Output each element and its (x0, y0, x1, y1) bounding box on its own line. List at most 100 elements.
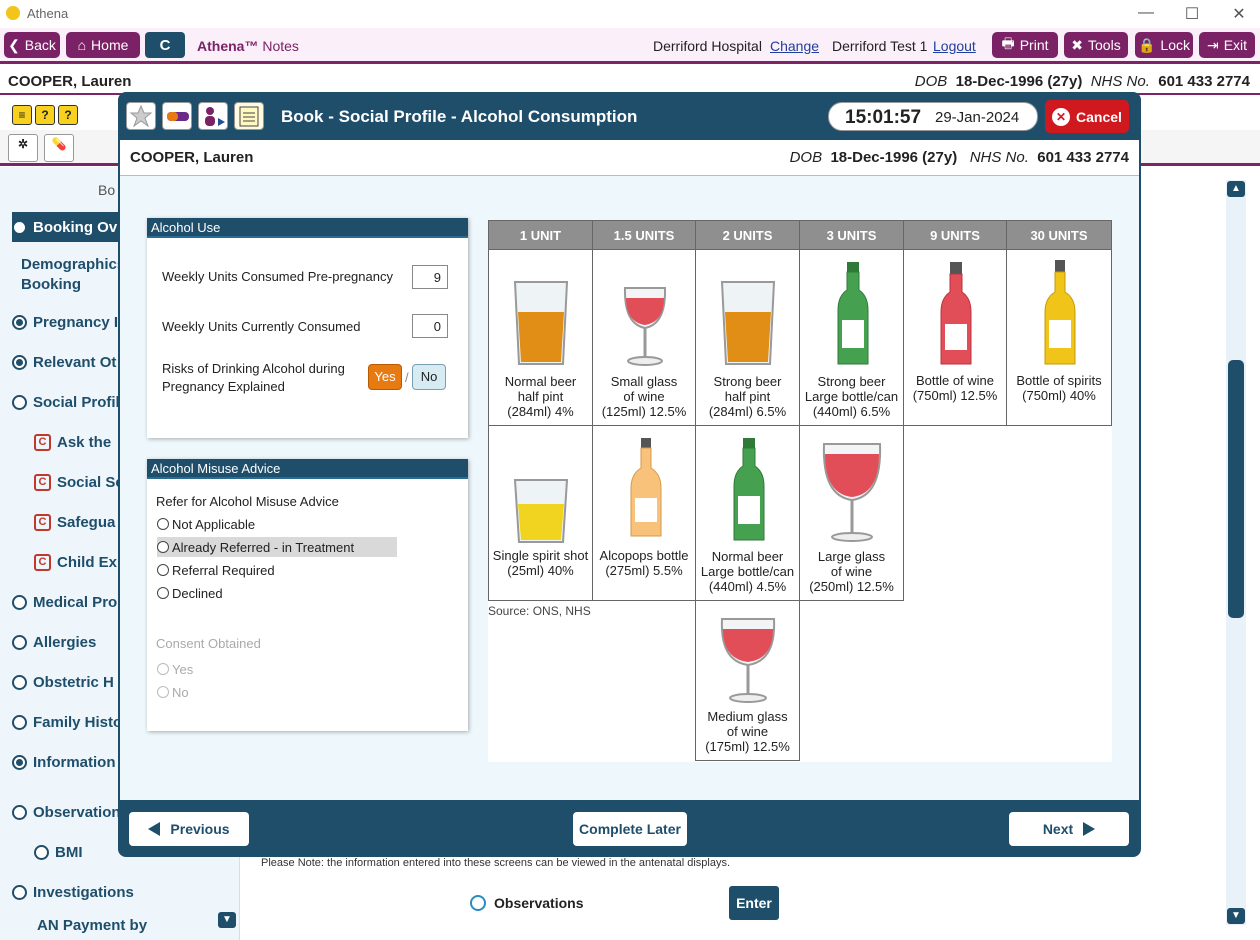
unit-cell-strong-beer-large-bottle: Strong beer Large bottle/can (440ml) 6.5% (799, 249, 904, 426)
close-icon: ✕ (1052, 107, 1071, 126)
cancel-button[interactable]: ✕ Cancel (1045, 100, 1129, 133)
alcopop-bottle-icon (630, 438, 662, 537)
patient-details: DOB 18-Dec-1996 (27y) NHS No. 601 433 27… (914, 73, 1250, 90)
logout-link[interactable]: Logout (933, 38, 976, 54)
window-title: Athena (27, 6, 69, 21)
top-navigation: ❮ Back ⌂ Home C Athena™ Notes Derriford Ho… (0, 28, 1260, 64)
clock-time: 15:01:57 (845, 107, 922, 128)
spirits-bottle-icon (1044, 260, 1076, 365)
scroll-up-icon[interactable]: ▲ (1227, 181, 1245, 197)
unit-cell-bottle-of-wine: Bottle of wine (750ml) 12.5% (903, 249, 1007, 426)
window-titlebar: Athena — ☐ ✕ (0, 0, 1260, 27)
units-header-9: 9 UNITS (903, 220, 1007, 250)
background-note: Please Note: the information entered int… (261, 857, 731, 869)
sidebar-item-an-payment[interactable]: AN Payment by (12, 917, 202, 937)
refer-label: Refer for Alcohol Misuse Advice (156, 494, 339, 509)
patient-banner: COOPER, Lauren DOB 18-Dec-1996 (27y) NHS… (0, 67, 1260, 95)
close-icon[interactable]: ✕ (1229, 4, 1249, 24)
wine-glass-icon (720, 618, 776, 703)
pre-pregnancy-units-input[interactable]: 9 (412, 265, 448, 289)
hospital-name: Derriford Hospital (653, 38, 762, 54)
radio-consent-no[interactable]: No (157, 682, 189, 702)
alcohol-use-title: Alcohol Use (147, 218, 468, 238)
modal-content: COOPER, Lauren DOB 18-Dec-1996 (27y) NHS… (120, 140, 1139, 800)
risks-explained-label: Risks of Drinking Alcohol during Pregnanc… (162, 361, 345, 394)
wine-glass-icon (822, 443, 882, 542)
tools-button[interactable]: ✖ Tools (1064, 32, 1128, 58)
arrow-left-icon (148, 822, 161, 836)
modal-patient-details: DOB 18-Dec-1996 (27y) NHS No. 601 433 27… (789, 149, 1129, 166)
modal-patient-name: COOPER, Lauren (130, 149, 254, 166)
yes-no-separator: / (405, 370, 409, 385)
printer-icon: 🖶 (1001, 35, 1015, 51)
help-icon-2[interactable]: ? (58, 105, 78, 125)
list-icon[interactable]: ≡ (12, 105, 32, 125)
change-link[interactable]: Change (770, 38, 819, 54)
sidebar-header: Bo (98, 182, 116, 198)
unit-cell-single-spirit-shot: Single spirit shot (25ml) 40% (488, 425, 593, 601)
background-enter-button[interactable]: Enter (729, 886, 779, 920)
next-button[interactable]: Next (1009, 812, 1129, 846)
previous-button[interactable]: Previous (129, 812, 249, 846)
notes-icon[interactable] (234, 102, 264, 130)
background-observations[interactable]: Observations (470, 895, 583, 911)
alcohol-misuse-panel: Alcohol Misuse Advice Refer for Alcohol … (147, 459, 468, 731)
main-scrollbar-thumb[interactable] (1228, 360, 1244, 618)
lock-button[interactable]: 🔒 Lock (1135, 32, 1193, 58)
scroll-down-icon[interactable]: ▼ (1227, 908, 1245, 924)
units-header-3: 3 UNITS (799, 220, 904, 250)
radio-consent-yes[interactable]: Yes (157, 659, 193, 679)
minimize-icon[interactable]: — (1136, 4, 1156, 22)
beer-bottle-icon (733, 438, 765, 541)
home-button[interactable]: ⌂ Home (66, 32, 140, 58)
modal-patient-banner: COOPER, Lauren DOB 18-Dec-1996 (27y) NHS… (120, 140, 1139, 176)
tools-icon: ✖ (1071, 36, 1084, 53)
sidebar-scroll-down-icon[interactable]: ▼ (218, 912, 236, 928)
units-chart: 1 UNIT 1.5 UNITS 2 UNITS 3 UNITS 9 UNITS… (488, 220, 1112, 762)
unit-cell-medium-glass-wine: Medium glass of wine (175ml) 12.5% (695, 600, 800, 761)
chevron-left-icon: ❮ (8, 36, 20, 53)
unit-cell-strong-beer-half-pint: Strong beer half pint (284ml) 6.5% (695, 249, 800, 426)
arrow-right-icon (1083, 822, 1096, 836)
units-header-1-5: 1.5 UNITS (592, 220, 696, 250)
radio-referral-required[interactable]: Referral Required (157, 560, 275, 580)
maximize-icon[interactable]: ☐ (1182, 4, 1202, 24)
medication-icon[interactable] (162, 102, 192, 130)
app-icon (6, 6, 20, 20)
wine-bottle-icon (940, 262, 972, 365)
alcohol-modal: Book - Social Profile - Alcohol Consumpt… (118, 92, 1141, 857)
patient-name: COOPER, Lauren (8, 73, 132, 90)
wine-glass-icon (623, 287, 667, 366)
clock-date: 29-Jan-2024 (935, 109, 1020, 126)
radio-not-applicable[interactable]: Not Applicable (157, 514, 255, 534)
lock-icon: 🔒 (1137, 36, 1156, 53)
user-name: Derriford Test 1 (832, 38, 928, 54)
units-header-2: 2 UNITS (695, 220, 800, 250)
c-button[interactable]: C (145, 32, 185, 58)
units-header-30: 30 UNITS (1006, 220, 1112, 250)
current-units-input[interactable]: 0 (412, 314, 448, 338)
exit-button[interactable]: ⇥ Exit (1199, 32, 1255, 58)
unit-cell-normal-beer-large-bottle: Normal beer Large bottle/can (440ml) 4.5% (695, 425, 800, 601)
risks-no-button[interactable]: No (412, 364, 446, 390)
sidebar-item-investigations[interactable]: Investigations (12, 877, 202, 907)
pint-glass-icon (720, 281, 776, 365)
radio-declined[interactable]: Declined (157, 583, 223, 603)
pill-icon[interactable]: 💊 (44, 134, 74, 162)
help-icon[interactable]: ? (35, 105, 55, 125)
pint-glass-icon (513, 281, 569, 365)
consent-label: Consent Obtained (156, 636, 261, 651)
unit-cell-large-glass-wine: Large glass of wine (250ml) 12.5% (799, 425, 904, 601)
shot-glass-icon (513, 479, 569, 543)
alcohol-use-panel: Alcohol Use Weekly Units Consumed Pre-pr… (147, 218, 468, 438)
radio-already-referred[interactable]: Already Referred - in Treatment (157, 537, 397, 557)
risks-yes-button[interactable]: Yes (368, 364, 402, 390)
star-icon[interactable]: ✲ (8, 134, 38, 162)
pre-pregnancy-label: Weekly Units Consumed Pre-pregnancy (162, 269, 393, 284)
back-button[interactable]: ❮ Back (4, 32, 60, 58)
unit-cell-normal-beer-half-pint: Normal beer half pint (284ml) 4% (488, 249, 593, 426)
star-icon[interactable] (126, 102, 156, 130)
complete-later-button[interactable]: Complete Later (573, 812, 687, 846)
print-button[interactable]: 🖶 Print (992, 32, 1058, 58)
person-icon[interactable] (198, 102, 228, 130)
